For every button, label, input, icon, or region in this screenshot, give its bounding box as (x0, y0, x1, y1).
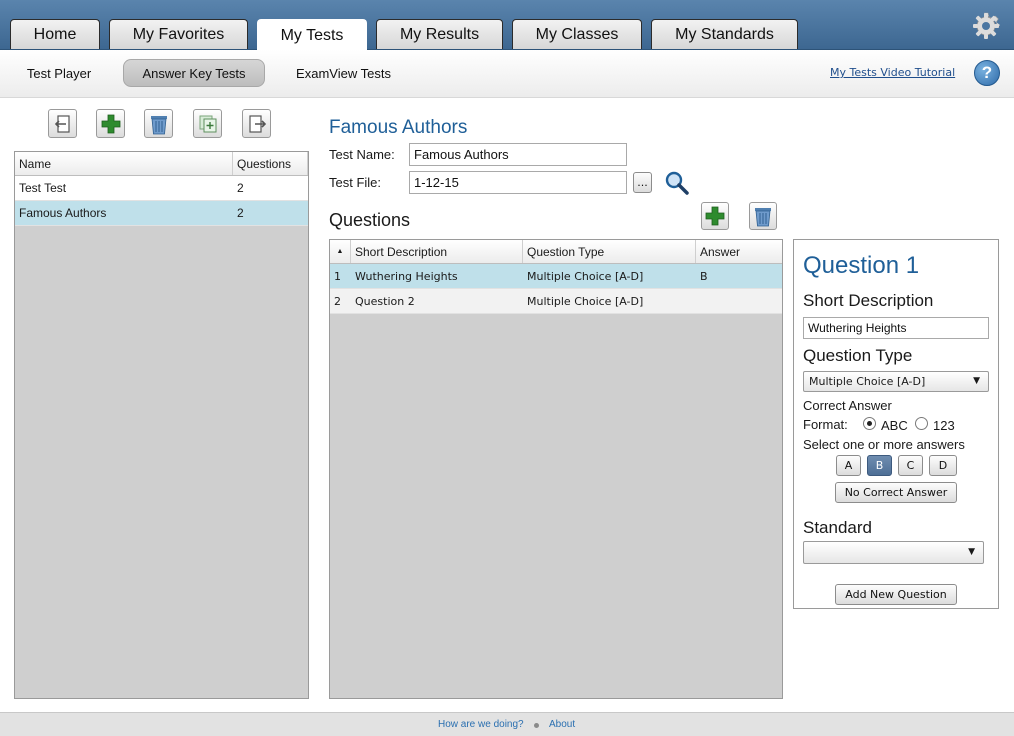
short-description-cell: Wuthering Heights (355, 269, 458, 283)
question-type-cell: Multiple Choice [A-D] (527, 294, 644, 308)
column-header-short-description[interactable]: Short Description (351, 240, 523, 263)
duplicate-test-button[interactable] (193, 109, 222, 138)
sub-navigation: Test Player Answer Key Tests ExamView Te… (0, 50, 1014, 98)
question-count-cell: 2 (237, 206, 244, 220)
question-detail-panel: Question 1 Short Description Question Ty… (793, 239, 999, 609)
question-title: Question 1 (803, 252, 920, 279)
search-icon[interactable] (664, 170, 690, 196)
trash-icon (150, 115, 167, 134)
test-name-input[interactable] (409, 143, 627, 166)
answer-c-button[interactable]: C (898, 455, 923, 476)
test-name-cell: Famous Authors (19, 206, 107, 220)
test-name-label: Test Name: (329, 147, 395, 162)
add-new-question-button[interactable]: Add New Question (835, 584, 957, 605)
questions-heading: Questions (329, 210, 411, 230)
question-number-cell: 1 (334, 269, 341, 283)
help-icon: ? (981, 63, 993, 82)
export-icon (248, 114, 266, 133)
standard-label: Standard (803, 518, 872, 537)
no-correct-answer-button[interactable]: No Correct Answer (835, 482, 957, 503)
column-header-question-type[interactable]: Question Type (523, 240, 696, 263)
tab-home[interactable]: Home (10, 19, 100, 49)
video-tutorial-link[interactable]: My Tests Video Tutorial (830, 66, 955, 79)
standard-select[interactable]: ▼ (803, 541, 984, 564)
format-label: Format: (803, 417, 848, 432)
question-count-cell: 2 (237, 181, 244, 195)
correct-answer-label: Correct Answer (803, 398, 892, 413)
export-test-button[interactable] (242, 109, 271, 138)
footer: How are we doing? About (0, 712, 1014, 736)
chevron-down-icon: ▼ (968, 547, 975, 557)
add-test-button[interactable] (96, 109, 125, 138)
question-type-cell: Multiple Choice [A-D] (527, 269, 644, 283)
main-tab-bar: Home My Favorites My Tests My Results My… (0, 0, 1014, 51)
about-link[interactable]: About (549, 719, 575, 730)
format-abc-label: ABC (881, 418, 908, 433)
select-answers-label: Select one or more answers (803, 437, 965, 452)
tab-my-favorites[interactable]: My Favorites (109, 19, 248, 49)
column-header-questions[interactable]: Questions (233, 152, 308, 175)
question-number-cell: 2 (334, 294, 341, 308)
subtab-test-player[interactable]: Test Player (14, 59, 104, 87)
delete-test-button[interactable] (144, 109, 173, 138)
question-type-value: Multiple Choice [A-D] (809, 375, 926, 388)
test-name-cell: Test Test (19, 181, 67, 195)
trash-icon (755, 208, 771, 227)
add-icon (705, 206, 725, 226)
format-123-radio[interactable] (915, 417, 928, 430)
questions-table-header: ▲ Short Description Question Type Answer (330, 240, 782, 264)
questions-table: ▲ Short Description Question Type Answer… (329, 239, 783, 699)
delete-question-button[interactable] (749, 202, 777, 230)
answer-cell: B (700, 269, 708, 283)
test-file-input[interactable] (409, 171, 627, 194)
answer-b-button[interactable]: B (867, 455, 892, 476)
tab-my-standards[interactable]: My Standards (651, 19, 798, 49)
subtab-examview-tests[interactable]: ExamView Tests (286, 59, 401, 87)
table-row[interactable]: 1 Wuthering Heights Multiple Choice [A-D… (330, 264, 782, 289)
import-test-button[interactable] (48, 109, 77, 138)
tab-my-tests[interactable]: My Tests (257, 19, 367, 51)
tests-table: Name Questions Test Test 2 Famous Author… (14, 151, 309, 699)
tab-my-results[interactable]: My Results (376, 19, 503, 49)
test-file-label: Test File: (329, 175, 382, 190)
add-question-icon-button[interactable] (701, 202, 729, 230)
separator-dot (534, 723, 539, 728)
short-description-label: Short Description (803, 291, 934, 310)
add-icon (101, 114, 120, 133)
short-description-cell: Question 2 (355, 294, 415, 308)
answer-d-button[interactable]: D (929, 455, 957, 476)
tests-table-header: Name Questions (15, 152, 308, 176)
table-row[interactable]: 2 Question 2 Multiple Choice [A-D] (330, 289, 782, 314)
question-type-select[interactable]: Multiple Choice [A-D] ▼ (803, 371, 989, 392)
table-row[interactable]: Test Test 2 (15, 176, 308, 201)
short-description-input[interactable] (803, 317, 989, 339)
tab-my-classes[interactable]: My Classes (512, 19, 642, 49)
help-button[interactable]: ? (974, 60, 1000, 86)
sort-ascending-icon[interactable]: ▲ (330, 240, 351, 263)
chevron-down-icon: ▼ (973, 376, 980, 386)
answer-a-button[interactable]: A (836, 455, 861, 476)
duplicate-icon (199, 115, 216, 132)
test-title: Famous Authors (329, 117, 468, 138)
table-row[interactable]: Famous Authors 2 (15, 201, 308, 226)
subtab-answer-key-tests[interactable]: Answer Key Tests (123, 59, 265, 87)
feedback-link[interactable]: How are we doing? (438, 719, 524, 730)
format-123-label: 123 (933, 418, 955, 433)
question-type-label: Question Type (803, 346, 913, 365)
browse-file-button[interactable]: ... (633, 172, 652, 193)
import-icon (54, 114, 70, 133)
column-header-name[interactable]: Name (15, 152, 233, 175)
column-header-answer[interactable]: Answer (696, 240, 782, 263)
gear-icon[interactable] (972, 12, 1000, 40)
format-abc-radio[interactable] (863, 417, 876, 430)
